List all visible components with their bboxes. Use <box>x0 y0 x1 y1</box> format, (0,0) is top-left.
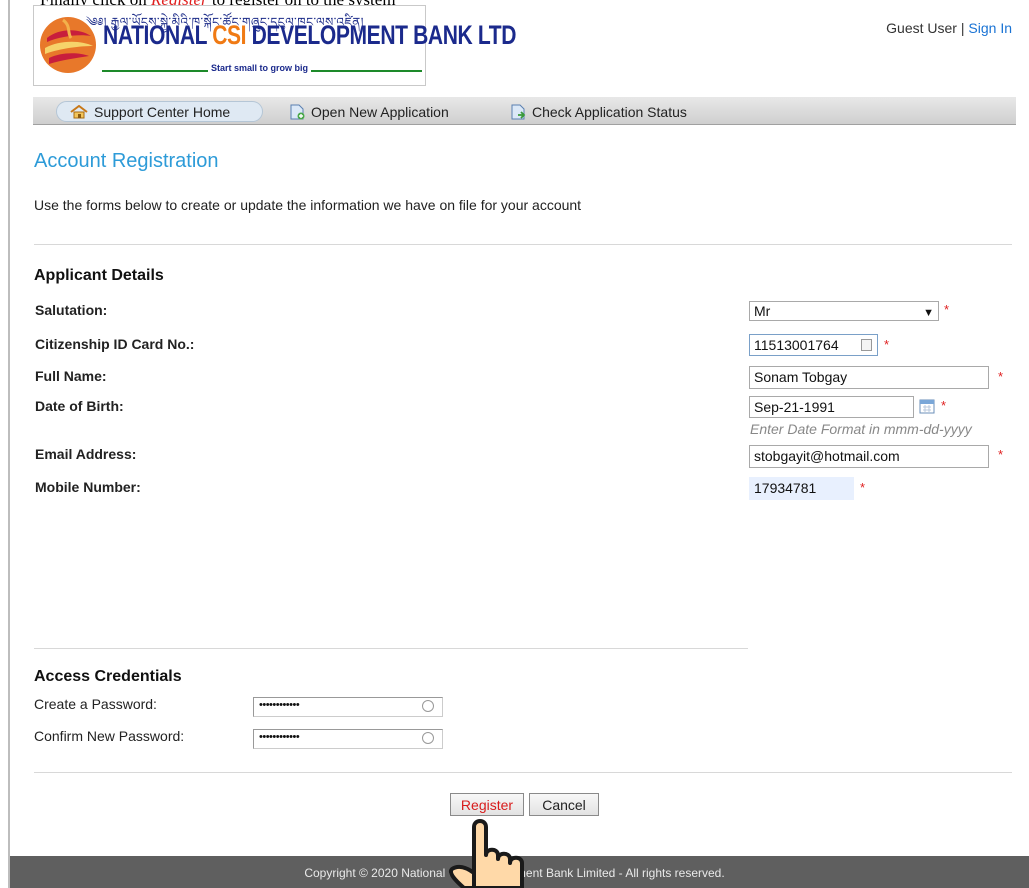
password-input[interactable]: •••••••••••• <box>253 697 443 717</box>
reveal-password-icon[interactable] <box>422 700 434 712</box>
full-name-label: Full Name: <box>35 368 107 384</box>
confirm-password-label: Confirm New Password: <box>34 728 185 744</box>
full-name-input[interactable]: Sonam Tobgay <box>749 366 989 389</box>
password-mask: •••••••••••• <box>259 699 300 711</box>
nav-open-app-label: Open New Application <box>311 103 449 120</box>
nav-check-status-label: Check Application Status <box>532 103 687 120</box>
nav-check-application-status[interactable]: Check Application Status <box>510 101 687 122</box>
page-title: Account Registration <box>34 150 219 172</box>
email-label: Email Address: <box>35 446 137 462</box>
logo-name-part2: DEVELOPMENT BANK LTD <box>246 20 517 50</box>
guest-user-label: Guest User <box>886 20 957 36</box>
cid-label: Citizenship ID Card No.: <box>35 336 195 352</box>
password-label: Create a Password: <box>34 696 157 712</box>
mobile-label: Mobile Number: <box>35 479 141 495</box>
applicant-details-heading: Applicant Details <box>34 267 164 284</box>
calendar-icon[interactable] <box>919 398 935 414</box>
required-mark: * <box>884 337 890 352</box>
email-input[interactable]: stobgayit@hotmail.com <box>749 445 989 468</box>
dob-format-hint: Enter Date Format in mmm-dd-yyyy <box>750 421 972 437</box>
page-border <box>8 0 10 888</box>
divider <box>34 648 748 649</box>
document-arrow-icon <box>511 104 526 119</box>
logo-name-csi: CSI <box>212 20 247 50</box>
register-button[interactable]: Register <box>450 793 524 816</box>
required-mark: * <box>944 302 950 317</box>
logo-name-part1: NATIONAL <box>103 20 213 50</box>
access-credentials-heading: Access Credentials <box>34 668 182 685</box>
contact-card-icon <box>861 339 872 351</box>
logo-tagline: Start small to grow big <box>208 63 312 73</box>
divider <box>34 772 1012 773</box>
cancel-button[interactable]: Cancel <box>529 793 599 816</box>
divider <box>34 244 1012 245</box>
chevron-down-icon: ▼ <box>923 307 934 319</box>
cid-input[interactable]: 11513001764 <box>749 334 878 356</box>
new-document-icon <box>290 104 305 119</box>
mobile-input[interactable]: 17934781 <box>749 477 854 500</box>
nav-support-center-home[interactable]: Support Center Home <box>56 101 263 122</box>
dob-label: Date of Birth: <box>35 398 124 414</box>
cid-value: 11513001764 <box>754 337 839 353</box>
reveal-password-icon[interactable] <box>422 732 434 744</box>
confirm-password-input[interactable]: •••••••••••• <box>253 729 443 749</box>
salutation-select[interactable]: Mr ▼ <box>749 301 939 321</box>
account-links: Guest User | Sign In <box>886 20 1012 36</box>
logo-bank-name: NATIONAL CSI DEVELOPMENT BANK LTD <box>103 20 516 51</box>
page-intro: Use the forms below to create or update … <box>34 197 582 213</box>
sign-in-link[interactable]: Sign In <box>968 20 1012 36</box>
required-mark: * <box>941 398 947 413</box>
dob-input[interactable]: Sep-21-1991 <box>749 396 914 418</box>
required-mark: * <box>998 369 1004 384</box>
nav-home-label: Support Center Home <box>94 103 231 120</box>
account-separator: | <box>956 20 969 36</box>
required-mark: * <box>860 480 866 495</box>
home-icon <box>70 104 88 118</box>
required-mark: * <box>998 447 1004 462</box>
salutation-value: Mr <box>754 303 771 319</box>
salutation-label: Salutation: <box>35 302 108 318</box>
pointer-hand-icon <box>449 819 524 888</box>
confirm-password-mask: •••••••••••• <box>259 731 300 743</box>
nav-open-new-application[interactable]: Open New Application <box>289 101 449 122</box>
